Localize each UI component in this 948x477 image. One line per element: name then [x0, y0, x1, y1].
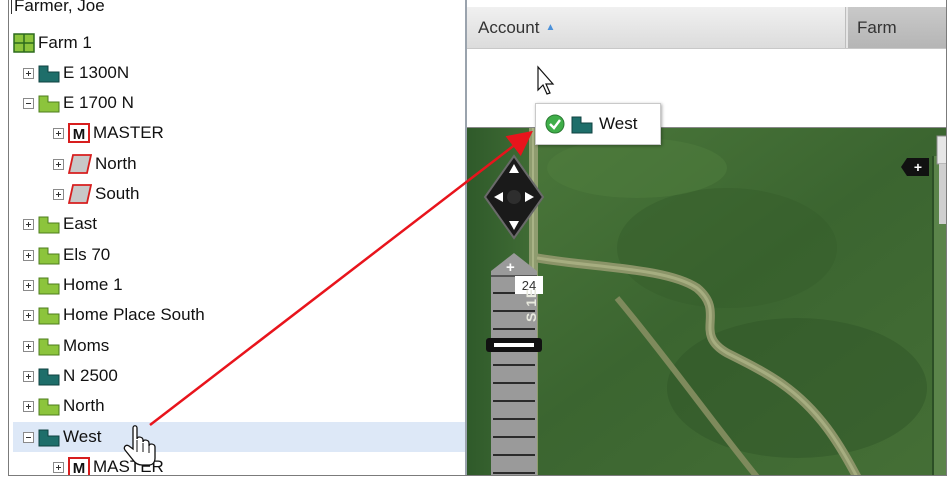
tree-item-master-west[interactable]: M MASTER	[53, 452, 465, 476]
expand-icon[interactable]	[23, 340, 34, 352]
column-header-label: Account	[478, 17, 540, 37]
field-green-icon	[38, 216, 60, 234]
tree-item-farm-1[interactable]: Farm 1	[13, 28, 463, 58]
tree-item-label: North	[95, 154, 137, 173]
boundary-icon	[68, 154, 92, 174]
tree-item-home-1[interactable]: Home 1	[23, 270, 465, 300]
tree-item-label: E 1700 N	[63, 93, 134, 112]
tree-item-north-boundary[interactable]: North	[53, 149, 465, 179]
collapse-icon[interactable]	[23, 97, 34, 109]
svg-text:+: +	[914, 159, 922, 175]
field-green-icon	[38, 95, 60, 113]
application-window: Farmer, Joe Farm 1 E 1300N E 1700 N M MA…	[8, 0, 947, 476]
expand-icon[interactable]	[23, 309, 34, 321]
field-teal-icon	[571, 116, 593, 134]
check-icon	[545, 114, 565, 134]
tree-item-label: MASTER	[93, 457, 164, 476]
tree-item-e-1300n[interactable]: E 1300N	[23, 58, 465, 88]
right-panel: Account ▲ Farm + + 24 S 1E	[467, 0, 946, 475]
tree-item-west[interactable]: West	[13, 422, 465, 452]
expand-icon[interactable]	[23, 218, 34, 230]
pan-control-icon[interactable]	[483, 154, 545, 240]
master-icon: M	[68, 457, 90, 476]
tree-item-north[interactable]: North	[23, 391, 465, 421]
expand-icon[interactable]	[53, 127, 64, 139]
svg-text:M: M	[73, 460, 86, 476]
svg-text:M: M	[73, 126, 86, 143]
expand-icon[interactable]	[23, 400, 34, 412]
expand-icon[interactable]	[53, 461, 64, 473]
tree-item-label: East	[63, 214, 98, 233]
tree-item-south-boundary[interactable]: South	[53, 179, 465, 209]
expand-icon[interactable]	[23, 67, 34, 79]
field-teal-icon	[38, 65, 60, 83]
column-header-label: Farm	[857, 17, 897, 37]
farm-grid-icon	[13, 33, 35, 53]
plus-icon[interactable]: +	[506, 259, 515, 276]
tree-item-moms[interactable]: Moms	[23, 331, 465, 361]
drag-proxy: West	[535, 103, 661, 145]
tree-item-label: Els 70	[63, 245, 111, 264]
tree-item-label: Home Place South	[63, 305, 205, 324]
tree-item-els-70[interactable]: Els 70	[23, 240, 465, 270]
field-green-icon	[38, 398, 60, 416]
road-label: S 1E	[523, 287, 539, 322]
map-view[interactable]: + + 24 S 1E	[467, 127, 946, 475]
column-header-account[interactable]: Account ▲	[467, 7, 846, 48]
collapse-icon[interactable]	[23, 431, 34, 443]
tree-item-label: Farm 1	[38, 33, 92, 52]
expand-icon[interactable]	[23, 370, 34, 382]
farm-tree-panel: Farmer, Joe Farm 1 E 1300N E 1700 N M MA…	[9, 0, 465, 476]
field-teal-icon	[38, 429, 60, 447]
tree-item-label: E 1300N	[63, 63, 130, 82]
tree-account-row[interactable]: Farmer, Joe	[9, 0, 459, 21]
tree-item-e-1700-n[interactable]: E 1700 N	[23, 88, 465, 118]
tree-item-master[interactable]: M MASTER	[53, 118, 465, 148]
tree-item-label: Moms	[63, 336, 110, 355]
expand-icon[interactable]	[23, 279, 34, 291]
tree-item-label: North	[63, 396, 105, 415]
sort-ascending-icon: ▲	[545, 22, 556, 33]
zoom-slider-handle[interactable]	[486, 338, 542, 352]
zoom-slider[interactable]: + 24	[486, 253, 543, 475]
tree-item-label: N 2500	[63, 366, 118, 385]
boundary-icon	[68, 184, 92, 204]
account-label: Farmer, Joe	[14, 0, 105, 15]
expand-panel-button[interactable]: +	[901, 156, 931, 178]
tree-item-n-2500[interactable]: N 2500	[23, 361, 465, 391]
tree-item-home-place-south[interactable]: Home Place South	[23, 300, 465, 330]
master-icon: M	[68, 123, 90, 143]
tree-item-label: Home 1	[63, 275, 123, 294]
grid-header: Account ▲ Farm	[467, 7, 946, 49]
field-green-icon	[38, 247, 60, 265]
drag-label: West	[599, 114, 638, 133]
tree-line-icon	[11, 0, 12, 14]
field-green-icon	[38, 307, 60, 325]
column-header-farm[interactable]: Farm	[848, 7, 946, 48]
tree-item-label: West	[63, 427, 102, 446]
field-green-icon	[38, 338, 60, 356]
tree-item-label: South	[95, 184, 140, 203]
expand-icon[interactable]	[53, 188, 64, 200]
tree-item-east[interactable]: East	[23, 209, 465, 239]
field-teal-icon	[38, 368, 60, 386]
expand-icon[interactable]	[53, 158, 64, 170]
tree-item-label: MASTER	[93, 123, 164, 142]
expand-icon[interactable]	[23, 249, 34, 261]
field-green-icon	[38, 277, 60, 295]
